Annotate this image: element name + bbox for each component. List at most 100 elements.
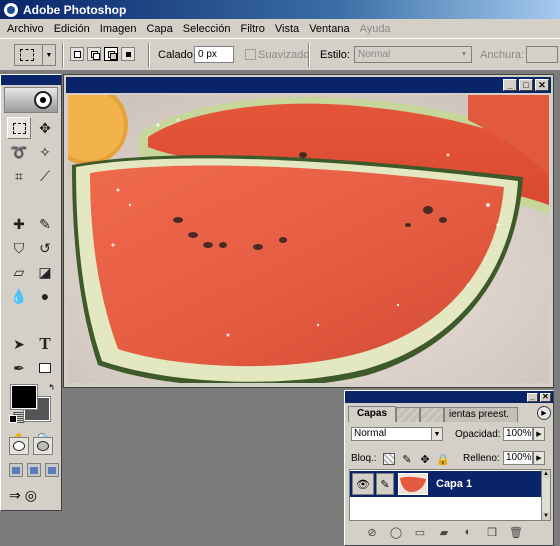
lasso-icon[interactable]: ➰ [7, 141, 31, 163]
photoshop-eye-logo[interactable] [4, 87, 58, 113]
path-selection-icon[interactable]: ➤ [7, 333, 31, 355]
style-label: Estilo: [320, 49, 350, 61]
document-title-bar: _ □ ✕ [66, 77, 551, 93]
minimize-button[interactable]: _ [527, 392, 538, 402]
add-layer-style-icon[interactable]: ◯ [389, 525, 403, 539]
opacity-input[interactable]: 100% [503, 427, 533, 441]
close-button[interactable]: ✕ [540, 392, 551, 402]
chevron-down-icon[interactable]: ▼ [431, 427, 443, 441]
rectangular-marquee-icon[interactable] [7, 117, 31, 139]
blur-icon[interactable]: 💧 [7, 285, 31, 307]
layers-palette: _ ✕ Capas ientas preest. ▶ Normal ▼ Opac… [344, 390, 554, 546]
menu-seleccion[interactable]: Selección [178, 23, 236, 35]
jump-to-imageready-icon[interactable]: ⇒ [9, 487, 21, 504]
new-group-icon[interactable]: ▰ [437, 525, 451, 539]
app-title: Adobe Photoshop [23, 2, 127, 17]
tool-preset-picker[interactable]: ▼ [14, 44, 56, 66]
width-input[interactable] [526, 46, 558, 63]
slice-icon[interactable]: ⟋ [33, 165, 57, 187]
link-layers-icon[interactable]: ⊘ [365, 525, 379, 539]
move-icon[interactable]: ✥ [33, 117, 57, 139]
chevron-down-icon: ▼ [460, 51, 468, 58]
rectangular-marquee-icon [20, 49, 34, 61]
screen-mode-group [9, 463, 59, 477]
document-window: _ □ ✕ [63, 74, 554, 388]
tab-capas[interactable]: Capas [348, 406, 397, 422]
swap-colors-icon[interactable]: ↰ [48, 383, 55, 392]
tab-paths[interactable] [420, 407, 445, 422]
color-swatches: ↰ [9, 383, 55, 423]
full-screen-menu-mode-button[interactable] [27, 463, 41, 477]
palette-menu-button[interactable]: ▶ [537, 406, 551, 420]
full-screen-mode-button[interactable] [45, 463, 59, 477]
subtract-selection-button[interactable] [104, 47, 118, 61]
quick-mask-mode-button[interactable] [33, 437, 53, 455]
new-selection-button[interactable] [70, 47, 84, 61]
selection-mode-group [70, 47, 135, 61]
feather-input[interactable]: 0 px [194, 46, 234, 63]
brush-icon[interactable]: ✎ [33, 213, 57, 235]
jump-to-group: ⇒ ◎ [9, 487, 37, 504]
standard-screen-mode-button[interactable] [9, 463, 23, 477]
style-select[interactable]: Normal ▼ [354, 46, 472, 63]
eye-visibility-icon[interactable]: 👁 [352, 473, 374, 495]
close-button[interactable]: ✕ [535, 79, 549, 91]
style-value: Normal [358, 49, 391, 60]
history-brush-icon[interactable]: ↺ [33, 237, 57, 259]
menu-imagen[interactable]: Imagen [95, 23, 142, 35]
brush-icon[interactable]: ✎ [376, 473, 394, 495]
scroll-down-icon[interactable]: ▼ [542, 512, 550, 520]
tab-tool-presets[interactable]: ientas preest. [444, 407, 519, 422]
menu-ventana[interactable]: Ventana [304, 23, 354, 35]
watermelon-image [68, 95, 549, 383]
menu-vista[interactable]: Vista [270, 23, 304, 35]
imageready-icon[interactable]: ◎ [25, 487, 37, 504]
antialias-label: Suavizado [258, 49, 310, 61]
pen-icon[interactable]: ✒ [7, 357, 31, 379]
lock-all-icon[interactable]: 🔒 [436, 453, 450, 466]
foreground-color-swatch[interactable] [10, 384, 38, 410]
blend-mode-select[interactable]: Normal [351, 427, 433, 441]
lock-transparency-icon[interactable] [383, 453, 395, 465]
image-canvas[interactable] [68, 95, 549, 383]
chevron-right-icon[interactable]: ▶ [533, 451, 545, 465]
trash-icon[interactable]: 🗑 [509, 525, 523, 539]
eraser-icon[interactable]: ▱ [7, 261, 31, 283]
lock-position-icon[interactable]: ✥ [419, 453, 431, 466]
maximize-button[interactable]: □ [519, 79, 533, 91]
antialias-checkbox[interactable] [245, 49, 256, 60]
rectangle-shape-icon[interactable] [33, 357, 57, 379]
chevron-right-icon[interactable]: ▶ [533, 427, 545, 441]
default-colors-icon[interactable] [9, 415, 17, 423]
layer-list-scrollbar[interactable]: ▲ ▼ [541, 469, 551, 521]
menu-bar: Archivo Edición Imagen Capa Selección Fi… [0, 19, 560, 38]
add-mask-icon[interactable]: ▭ [413, 525, 427, 539]
menu-filtro[interactable]: Filtro [235, 23, 269, 35]
toolbox: ✥ ➰ ✧ ⌗ ⟋ ✚ ✎ ⛉ ↺ ▱ ◪ 💧 ● ➤ T ✒ ▤ ⟋ ✋ 🔍 … [0, 74, 62, 511]
crop-icon[interactable]: ⌗ [7, 165, 31, 187]
clone-stamp-icon[interactable]: ⛉ [7, 237, 31, 259]
intersect-selection-button[interactable] [121, 47, 135, 61]
menu-edicion[interactable]: Edición [49, 23, 95, 35]
add-selection-button[interactable] [87, 47, 101, 61]
magic-wand-icon[interactable]: ✧ [33, 141, 57, 163]
menu-archivo[interactable]: Archivo [2, 23, 49, 35]
lock-image-icon[interactable]: ✎ [401, 453, 413, 466]
separator [308, 43, 310, 67]
menu-capa[interactable]: Capa [141, 23, 177, 35]
photoshop-app-icon[interactable] [4, 2, 18, 17]
tab-channels[interactable] [396, 407, 421, 422]
dodge-icon[interactable]: ● [33, 285, 57, 307]
type-icon[interactable]: T [33, 333, 57, 355]
new-layer-icon[interactable]: ❐ [485, 525, 499, 539]
scroll-up-icon[interactable]: ▲ [542, 470, 550, 478]
standard-mode-button[interactable] [9, 437, 29, 455]
healing-brush-icon[interactable]: ✚ [7, 213, 31, 235]
toolbox-title-bar [1, 75, 61, 85]
minimize-button[interactable]: _ [503, 79, 517, 91]
fill-input[interactable]: 100% [503, 451, 533, 465]
paint-bucket-icon[interactable]: ◪ [33, 261, 57, 283]
menu-ayuda[interactable]: Ayuda [355, 23, 396, 35]
adjustment-layer-icon[interactable]: ◐ [461, 525, 475, 539]
layer-row[interactable]: 👁 ✎ Capa 1 [350, 471, 541, 497]
